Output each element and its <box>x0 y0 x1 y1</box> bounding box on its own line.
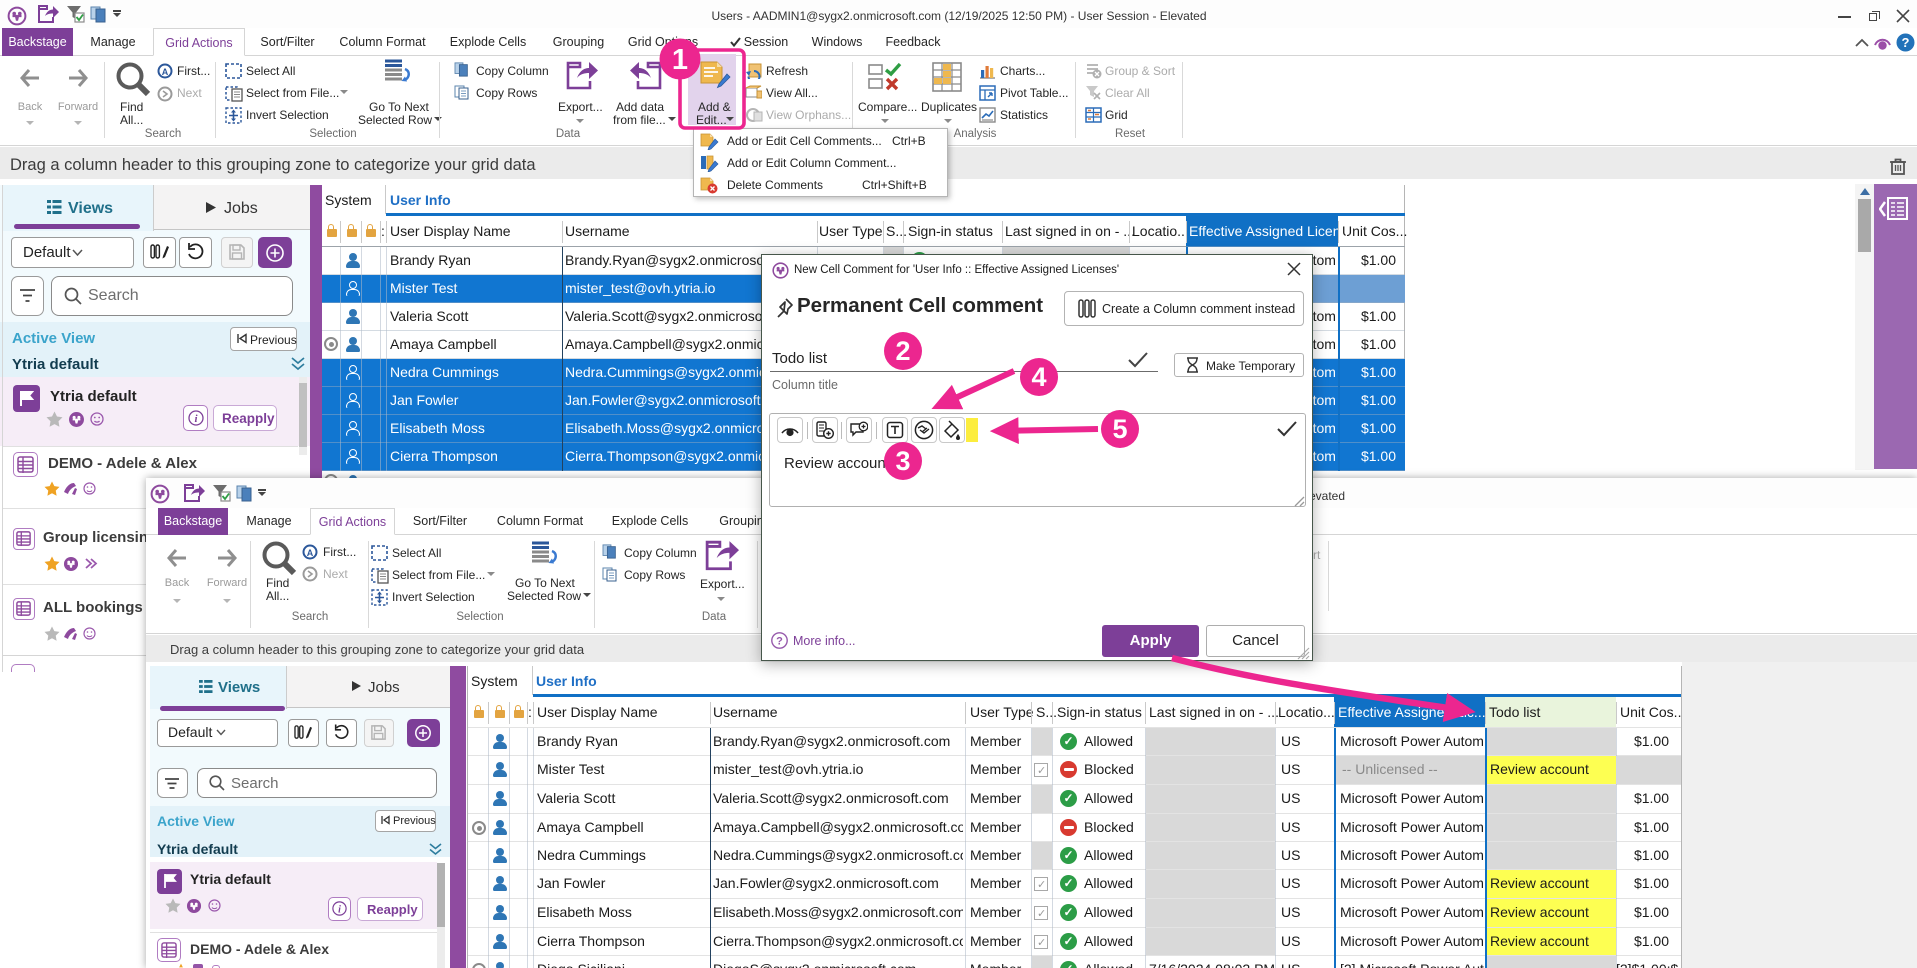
svg-text:5: 5 <box>1112 414 1127 444</box>
svg-text:4: 4 <box>1031 362 1046 392</box>
svg-text:3: 3 <box>895 446 910 476</box>
svg-text:1: 1 <box>672 44 688 76</box>
svg-text:2: 2 <box>895 336 910 366</box>
